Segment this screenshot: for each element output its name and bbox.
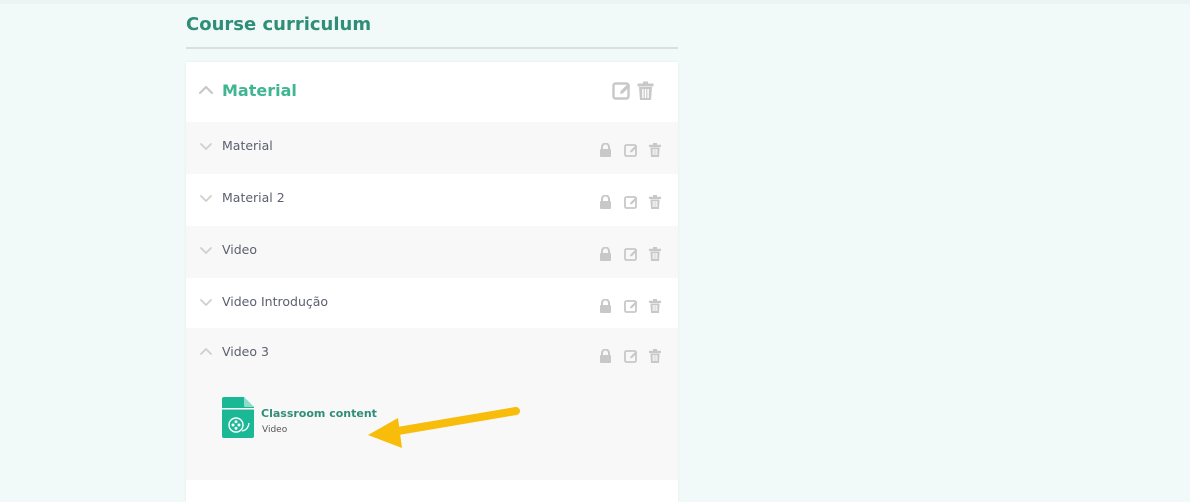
- content-type: Video: [262, 425, 288, 435]
- trash-icon[interactable]: [649, 349, 661, 363]
- top-bar: [0, 0, 1190, 4]
- annotation-arrow-icon: [368, 407, 520, 448]
- next-section-strip: [186, 480, 678, 502]
- chevron-down-icon[interactable]: [199, 193, 213, 203]
- lesson-title: Material: [222, 138, 273, 153]
- lesson-row-material[interactable]: Material: [186, 122, 678, 174]
- lesson-title: Video 3: [222, 344, 269, 359]
- trash-icon[interactable]: [649, 299, 661, 313]
- page-title: Course curriculum: [186, 14, 372, 35]
- video-file-icon: [222, 397, 254, 438]
- lesson-title: Material 2: [222, 190, 285, 205]
- lesson-row-video[interactable]: Video: [186, 226, 678, 278]
- chevron-down-icon[interactable]: [199, 245, 213, 255]
- chevron-down-icon[interactable]: [199, 297, 213, 307]
- edit-icon[interactable]: [624, 299, 639, 313]
- edit-icon[interactable]: [612, 81, 633, 101]
- title-divider: [186, 47, 678, 49]
- trash-icon[interactable]: [649, 143, 661, 157]
- trash-icon[interactable]: [649, 195, 661, 209]
- lock-icon[interactable]: [599, 247, 612, 261]
- lock-icon[interactable]: [599, 349, 612, 363]
- edit-icon[interactable]: [624, 195, 639, 209]
- lesson-title: Video: [222, 242, 258, 257]
- section-header[interactable]: Material: [186, 62, 678, 122]
- trash-icon[interactable]: [637, 81, 654, 101]
- chevron-up-icon[interactable]: [199, 347, 213, 357]
- section-title: Material: [222, 81, 297, 100]
- lesson-row-material-2[interactable]: Material 2: [186, 174, 678, 226]
- lock-icon[interactable]: [599, 299, 612, 313]
- lesson-row-video-introducao[interactable]: Video Introdução: [186, 278, 678, 330]
- lesson-row-video-3[interactable]: Video 3: [186, 328, 678, 380]
- trash-icon[interactable]: [649, 247, 661, 261]
- edit-icon[interactable]: [624, 349, 639, 363]
- chevron-up-icon[interactable]: [198, 84, 214, 96]
- lock-icon[interactable]: [599, 143, 612, 157]
- lesson-title: Video Introdução: [222, 294, 329, 309]
- edit-icon[interactable]: [624, 247, 639, 261]
- lock-icon[interactable]: [599, 195, 612, 209]
- edit-icon[interactable]: [624, 143, 639, 157]
- chevron-down-icon[interactable]: [199, 141, 213, 151]
- content-title: Classroom content: [261, 407, 377, 420]
